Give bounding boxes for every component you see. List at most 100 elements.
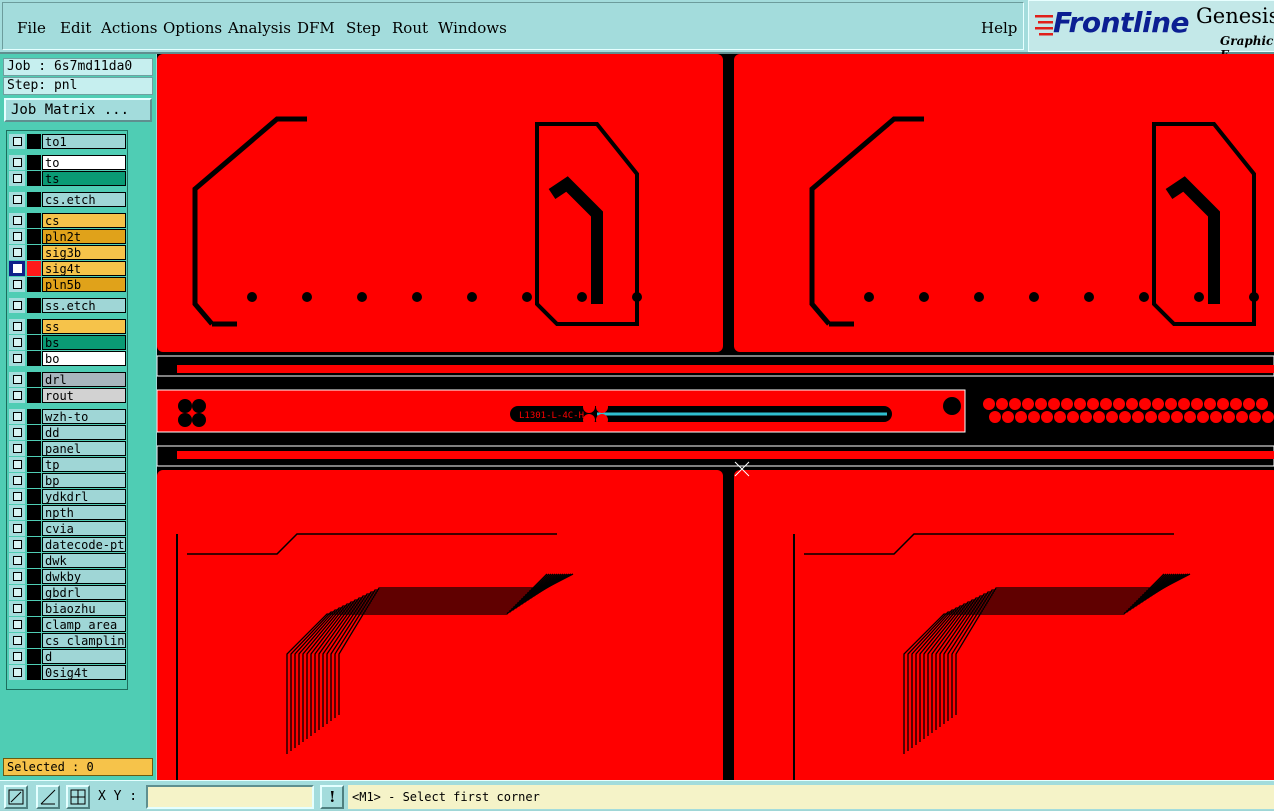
layer-row-dd[interactable]: dd (9, 425, 127, 440)
layer-row-sig4t[interactable]: sig4t (9, 261, 127, 276)
layer-row-rout[interactable]: rout (9, 388, 127, 403)
layer-row-gbdrl[interactable]: gbdrl (9, 585, 127, 600)
layer-checkbox[interactable] (9, 441, 25, 456)
layer-name[interactable]: panel (42, 441, 126, 456)
layer-row-d[interactable]: d (9, 649, 127, 664)
layer-name[interactable]: sig3b (42, 245, 126, 260)
layer-checkbox[interactable] (9, 213, 25, 228)
layer-checkbox[interactable] (9, 245, 25, 260)
layer-checkbox[interactable] (9, 298, 25, 313)
layer-checkbox[interactable] (9, 665, 25, 680)
layer-name[interactable]: to1 (42, 134, 126, 149)
layer-name[interactable]: wzh-to (42, 409, 126, 424)
menu-help[interactable]: Help (981, 19, 1017, 37)
layer-row-npth[interactable]: npth (9, 505, 127, 520)
layer-row-pln2t[interactable]: pln2t (9, 229, 127, 244)
layer-checkbox[interactable] (9, 569, 25, 584)
layer-name[interactable]: ss (42, 319, 126, 334)
layer-name[interactable]: drl (42, 372, 126, 387)
layer-checkbox[interactable] (9, 505, 25, 520)
xy-coordinate-input[interactable] (146, 785, 314, 809)
zoom-fit-button[interactable] (4, 785, 28, 809)
layer-row-ss[interactable]: ss (9, 319, 127, 334)
layer-row-drl[interactable]: drl (9, 372, 127, 387)
layer-row-0sig4t[interactable]: 0sig4t (9, 665, 127, 680)
layer-checkbox[interactable] (9, 409, 25, 424)
layer-checkbox[interactable] (9, 171, 25, 186)
layer-checkbox[interactable] (9, 155, 25, 170)
layer-name[interactable]: dd (42, 425, 126, 440)
layer-name[interactable]: 0sig4t (42, 665, 126, 680)
layer-row-clamp_area[interactable]: clamp_area (9, 617, 127, 632)
layer-checkbox[interactable] (9, 351, 25, 366)
layer-name[interactable]: bp (42, 473, 126, 488)
layer-name[interactable]: ydkdrl (42, 489, 126, 504)
graphics-canvas[interactable]: L1301-L-4C-H (157, 54, 1274, 780)
layer-name[interactable]: rout (42, 388, 126, 403)
layer-name[interactable]: tp (42, 457, 126, 472)
layer-name[interactable]: cs_clampline (42, 633, 126, 648)
layer-checkbox[interactable] (9, 601, 25, 616)
layer-name[interactable]: cs (42, 213, 126, 228)
layer-checkbox[interactable] (9, 457, 25, 472)
grid-button[interactable] (66, 785, 90, 809)
job-matrix-button[interactable]: Job Matrix ... (4, 98, 152, 122)
measure-button[interactable] (36, 785, 60, 809)
layer-row-bp[interactable]: bp (9, 473, 127, 488)
layer-row-dwkby[interactable]: dwkby (9, 569, 127, 584)
layer-checkbox[interactable] (9, 319, 25, 334)
menu-file[interactable]: File (17, 19, 46, 37)
layer-checkbox[interactable] (9, 617, 25, 632)
layer-checkbox[interactable] (9, 425, 25, 440)
layer-row-cvia[interactable]: cvia (9, 521, 127, 536)
layer-name[interactable]: dwkby (42, 569, 126, 584)
layer-checkbox[interactable] (9, 229, 25, 244)
layer-name[interactable]: bo (42, 351, 126, 366)
layer-checkbox[interactable] (9, 649, 25, 664)
layer-checkbox[interactable] (9, 388, 25, 403)
layer-name[interactable]: npth (42, 505, 126, 520)
layer-checkbox[interactable] (9, 585, 25, 600)
layer-checkbox[interactable] (9, 537, 25, 552)
menu-options[interactable]: Options (163, 19, 222, 37)
menu-actions[interactable]: Actions (101, 19, 157, 37)
layer-name[interactable]: dwk (42, 553, 126, 568)
layer-checkbox[interactable] (9, 277, 25, 292)
layer-row-sig3b[interactable]: sig3b (9, 245, 127, 260)
layer-checkbox[interactable] (9, 192, 25, 207)
alert-button[interactable]: ! (320, 785, 344, 809)
layer-row-panel[interactable]: panel (9, 441, 127, 456)
layer-name[interactable]: pln2t (42, 229, 126, 244)
layer-row-biaozhu[interactable]: biaozhu (9, 601, 127, 616)
layer-row-to[interactable]: to (9, 155, 127, 170)
menu-analysis[interactable]: Analysis (228, 19, 291, 37)
layer-name[interactable]: gbdrl (42, 585, 126, 600)
menu-dfm[interactable]: DFM (297, 19, 335, 37)
layer-checkbox[interactable] (9, 473, 25, 488)
layer-row-cs_clampline[interactable]: cs_clampline (9, 633, 127, 648)
layer-row-dwk[interactable]: dwk (9, 553, 127, 568)
layer-name[interactable]: cs.etch (42, 192, 126, 207)
menu-rout[interactable]: Rout (392, 19, 428, 37)
layer-row-ydkdrl[interactable]: ydkdrl (9, 489, 127, 504)
layer-name[interactable]: datecode-pte (42, 537, 126, 552)
layer-row-ss.etch[interactable]: ss.etch (9, 298, 127, 313)
layer-checkbox[interactable] (9, 372, 25, 387)
layer-checkbox[interactable] (9, 134, 25, 149)
layer-checkbox[interactable] (9, 335, 25, 350)
layer-row-tp[interactable]: tp (9, 457, 127, 472)
layer-row-bo[interactable]: bo (9, 351, 127, 366)
layer-name[interactable]: bs (42, 335, 126, 350)
layer-checkbox[interactable] (9, 553, 25, 568)
layer-name[interactable]: d (42, 649, 126, 664)
layer-row-pln5b[interactable]: pln5b (9, 277, 127, 292)
layer-row-to1[interactable]: to1 (9, 134, 127, 149)
layer-name[interactable]: ts (42, 171, 126, 186)
layer-name[interactable]: biaozhu (42, 601, 126, 616)
menu-windows[interactable]: Windows (438, 19, 507, 37)
layer-checkbox[interactable] (9, 489, 25, 504)
layer-row-wzh-to[interactable]: wzh-to (9, 409, 127, 424)
layer-checkbox[interactable] (9, 633, 25, 648)
layer-row-datecode-pte[interactable]: datecode-pte (9, 537, 127, 552)
layer-name[interactable]: to (42, 155, 126, 170)
